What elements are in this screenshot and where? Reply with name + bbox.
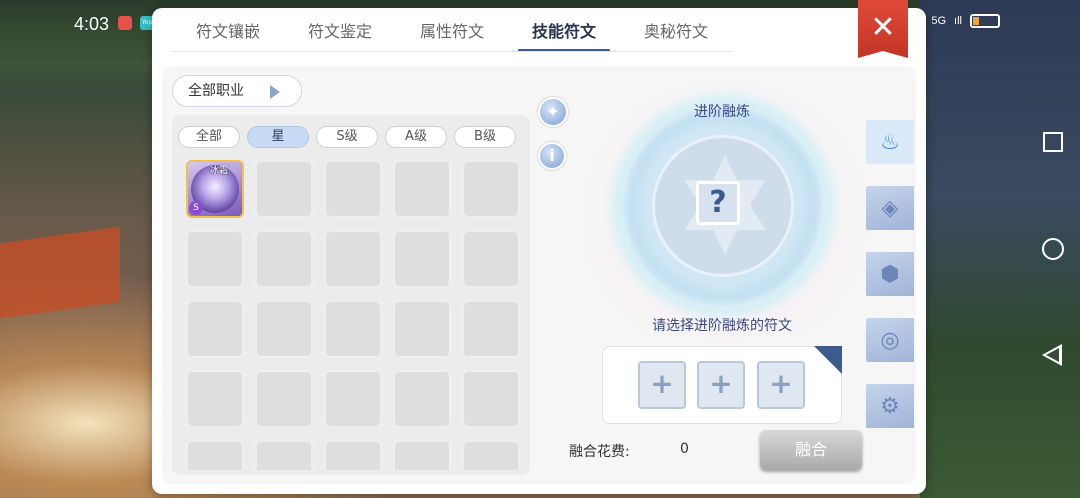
- cost-value: 0: [680, 441, 689, 457]
- tab-rune-inlay[interactable]: 符文镶嵌: [172, 14, 284, 52]
- material-slot-1[interactable]: +: [638, 361, 686, 409]
- tab-skill-rune[interactable]: 技能符文: [508, 14, 620, 52]
- rune-grade-badge: S: [189, 201, 203, 215]
- job-filter-label: 全部职业: [188, 83, 244, 99]
- fusion-target-slot[interactable]: ?: [696, 181, 740, 225]
- rune-slot[interactable]: [393, 160, 451, 218]
- notification-app-icon: [118, 16, 132, 30]
- rune-slot[interactable]: [393, 440, 451, 470]
- info-button[interactable]: i: [538, 142, 566, 170]
- rune-slot[interactable]: [462, 440, 520, 470]
- play-arrow-icon: [270, 85, 280, 99]
- side-tab-shield[interactable]: ⬢: [866, 252, 914, 296]
- back-button[interactable]: [1042, 344, 1062, 366]
- rune-slot[interactable]: [186, 440, 244, 470]
- home-button[interactable]: [1042, 238, 1064, 260]
- rune-emblem-icon: ◈: [881, 195, 899, 221]
- rune-slot[interactable]: [462, 160, 520, 218]
- gear-emblem-icon: ⚙: [880, 393, 900, 419]
- rune-name: 冰霜: [210, 166, 229, 176]
- rune-tabs: 符文镶嵌 符文鉴定 属性符文 技能符文 奥秘符文: [172, 14, 732, 52]
- rune-slots: 冰霜 S: [186, 160, 526, 470]
- filter-star[interactable]: 星: [247, 126, 309, 148]
- material-slot-3[interactable]: +: [757, 361, 805, 409]
- tab-attribute-rune[interactable]: 属性符文: [396, 14, 508, 52]
- rune-slot[interactable]: [255, 230, 313, 288]
- filter-b-grade[interactable]: B级: [454, 126, 516, 148]
- rune-slot[interactable]: [255, 160, 313, 218]
- rune-slot[interactable]: [186, 300, 244, 358]
- shield-emblem-icon: ⬢: [880, 261, 900, 287]
- grade-filters: 全部 星 S级 A级 B级: [178, 126, 516, 148]
- network-type: 5G: [931, 15, 947, 27]
- side-tab-swirl[interactable]: ◎: [866, 318, 914, 362]
- battery-icon: [970, 14, 1000, 28]
- filter-all[interactable]: 全部: [178, 126, 240, 148]
- rune-slot[interactable]: [255, 370, 313, 428]
- rune-slot[interactable]: [393, 300, 451, 358]
- rune-slot[interactable]: [324, 440, 382, 470]
- flame-lotus-icon: ♨: [880, 129, 900, 155]
- magic-wand-icon[interactable]: ✦: [538, 97, 568, 127]
- rune-slot[interactable]: [324, 370, 382, 428]
- close-button[interactable]: ✕: [858, 0, 908, 58]
- fusion-title: 进阶融炼: [694, 104, 750, 120]
- rune-slot[interactable]: [324, 300, 382, 358]
- status-time: 4:03: [74, 14, 110, 34]
- rune-slot[interactable]: [186, 370, 244, 428]
- rune-slot[interactable]: [255, 300, 313, 358]
- tabs-divider: [172, 51, 732, 52]
- rune-slot[interactable]: [462, 230, 520, 288]
- filter-a-grade[interactable]: A级: [385, 126, 447, 148]
- rune-slot[interactable]: [393, 230, 451, 288]
- rune-slot[interactable]: [324, 160, 382, 218]
- side-tab-rune[interactable]: ◈: [866, 186, 914, 230]
- info-icon: i: [549, 146, 555, 165]
- tab-rune-identify[interactable]: 符文鉴定: [284, 14, 396, 52]
- side-tab-gear[interactable]: ⚙: [866, 384, 914, 428]
- swirl-emblem-icon: ◎: [880, 327, 900, 353]
- material-slot-2[interactable]: +: [697, 361, 745, 409]
- filter-s-grade[interactable]: S级: [316, 126, 378, 148]
- recents-button[interactable]: [1043, 132, 1063, 152]
- rune-slot[interactable]: [186, 230, 244, 288]
- rune-slot[interactable]: [462, 370, 520, 428]
- signal-icon: ıll: [954, 15, 962, 27]
- cost-label: 融合花费:: [569, 444, 630, 460]
- side-tab-flame[interactable]: ♨: [866, 120, 914, 164]
- close-icon: ✕: [870, 10, 896, 45]
- rune-slot[interactable]: [324, 230, 382, 288]
- tab-arcane-rune[interactable]: 奥秘符文: [620, 14, 732, 52]
- fusion-hint: 请选择进阶融炼的符文: [652, 318, 792, 334]
- status-indicators: 5G ıll: [931, 14, 1000, 28]
- fuse-button[interactable]: 融合: [760, 430, 862, 470]
- job-filter-button[interactable]: 全部职业: [172, 75, 302, 107]
- rune-slot[interactable]: [255, 440, 313, 470]
- rune-slot[interactable]: [393, 370, 451, 428]
- rune-slot[interactable]: [462, 300, 520, 358]
- rune-slot[interactable]: 冰霜 S: [186, 160, 244, 218]
